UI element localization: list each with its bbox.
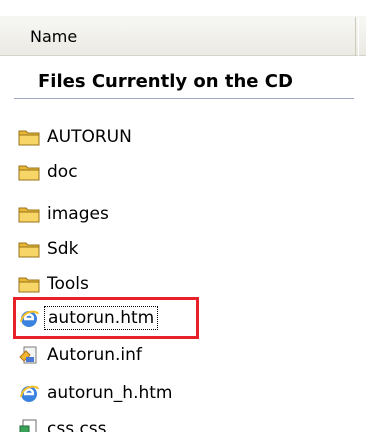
file-list: AUTORUN doc images Sdk Tools autorun.htm… (0, 0, 372, 432)
list-item-autorun-folder[interactable]: AUTORUN (18, 122, 135, 152)
list-item-label: css.css (47, 419, 107, 432)
ie-html-icon (18, 382, 40, 404)
list-item-doc-folder[interactable]: doc (18, 157, 81, 187)
list-item-sdk-folder[interactable]: Sdk (18, 234, 81, 264)
folder-icon (18, 273, 40, 295)
list-item-autorun-inf[interactable]: Autorun.inf (18, 340, 145, 370)
list-item-tools-folder[interactable]: Tools (18, 269, 92, 299)
setup-info-icon (18, 344, 40, 366)
list-item-images-folder[interactable]: images (18, 199, 112, 229)
folder-icon (18, 126, 40, 148)
explorer-file-pane: Name Files Currently on the CD AUTORUN d (0, 0, 372, 432)
list-item-label: Autorun.inf (47, 345, 142, 365)
folder-icon (18, 161, 40, 183)
pane-right-edge (366, 0, 372, 432)
folder-icon (18, 203, 40, 225)
list-item-autorun-h-htm[interactable]: autorun_h.htm (18, 378, 175, 408)
list-item-label: doc (47, 162, 78, 182)
css-file-icon (18, 418, 40, 432)
list-item-css-css[interactable]: css.css (18, 414, 110, 432)
list-item-label: autorun_h.htm (47, 383, 173, 403)
list-item-label: Tools (47, 274, 89, 294)
list-item-label: Sdk (47, 239, 79, 259)
folder-icon (18, 238, 40, 260)
list-item-label: AUTORUN (47, 127, 132, 147)
list-item-label: images (47, 204, 109, 224)
highlight-annotation (13, 297, 199, 339)
